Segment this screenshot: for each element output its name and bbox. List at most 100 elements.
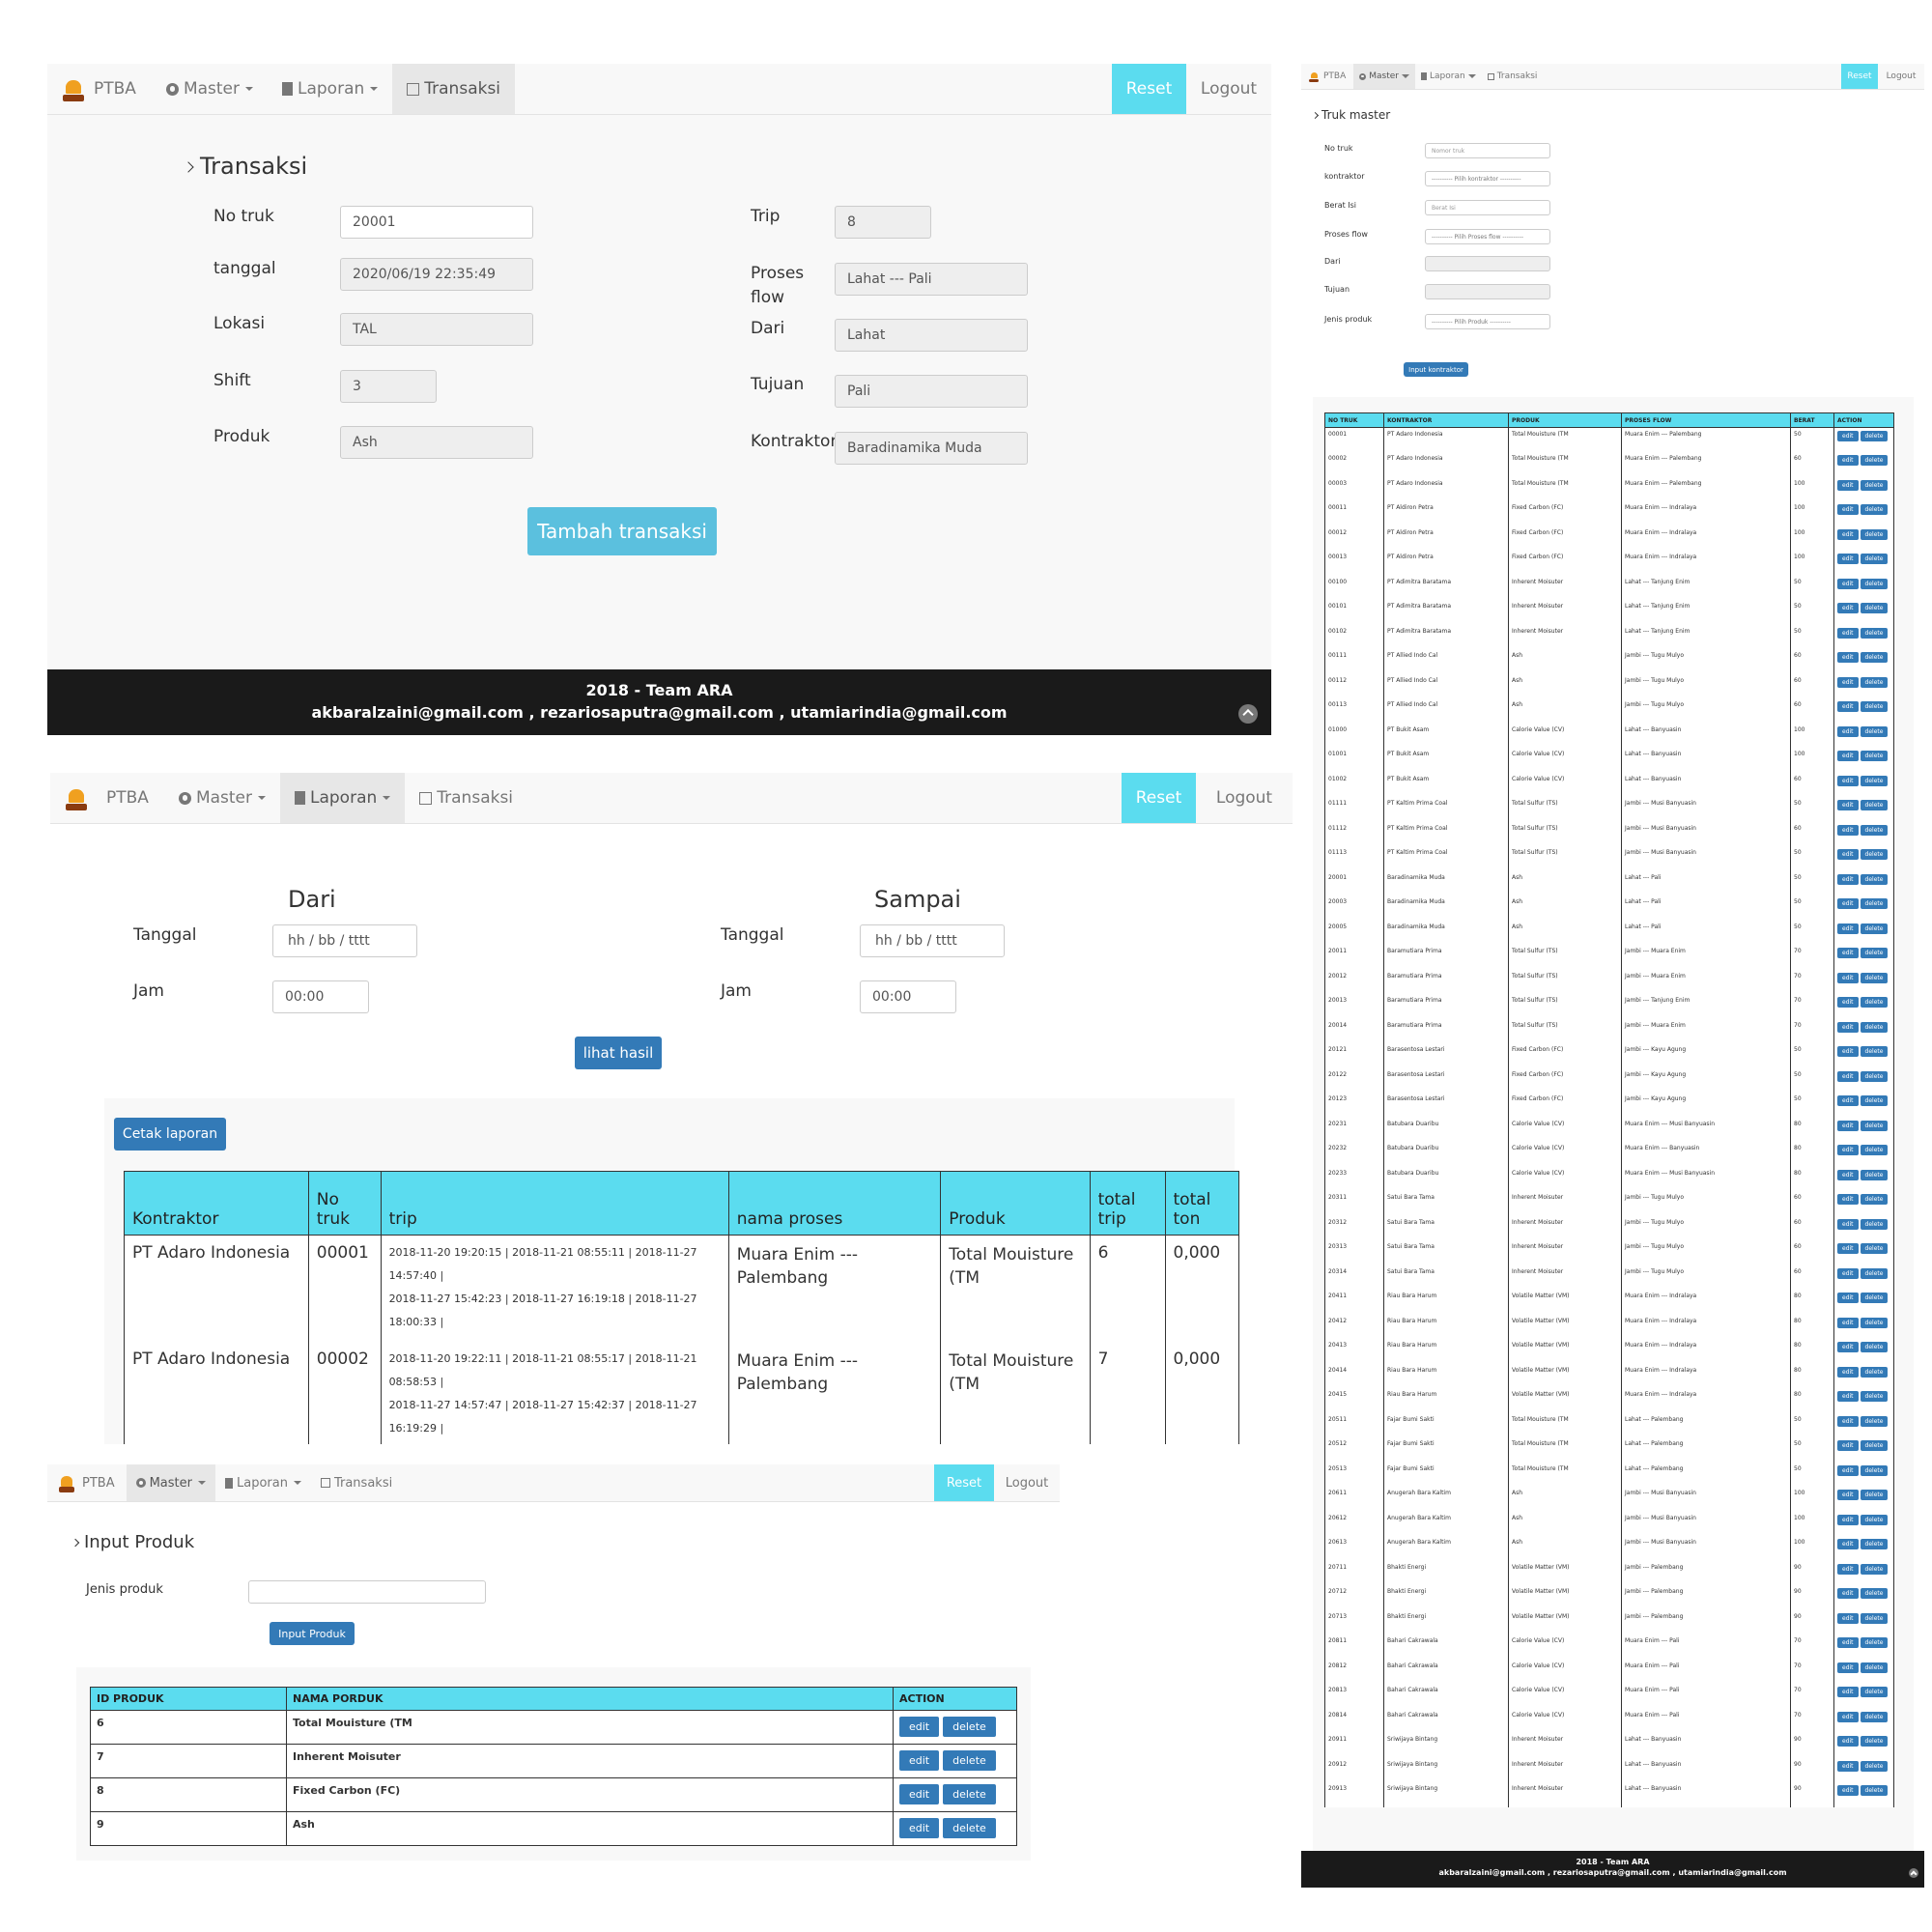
edit-button[interactable]: edit xyxy=(1837,1490,1859,1500)
edit-button[interactable]: edit xyxy=(1837,1440,1859,1451)
delete-button[interactable]: delete xyxy=(1860,1760,1889,1772)
delete-button[interactable]: delete xyxy=(1860,849,1889,860)
edit-button[interactable]: edit xyxy=(1837,1588,1859,1599)
dari-jam-input[interactable]: 00:00 xyxy=(272,980,369,1013)
delete-button[interactable]: delete xyxy=(1860,431,1889,441)
edit-button[interactable]: edit xyxy=(1837,1612,1859,1624)
delete-button[interactable]: delete xyxy=(1860,1440,1889,1451)
logout-button[interactable]: Logout xyxy=(1186,64,1271,114)
delete-button[interactable]: delete xyxy=(1860,528,1889,540)
delete-button[interactable]: delete xyxy=(1860,504,1889,515)
jenis-produk-input[interactable] xyxy=(248,1580,486,1604)
reset-button[interactable]: Reset xyxy=(934,1464,994,1501)
edit-button[interactable]: edit xyxy=(1837,504,1859,515)
edit-button[interactable]: edit xyxy=(1837,627,1859,639)
edit-button[interactable]: edit xyxy=(1837,1046,1859,1057)
nav-laporan[interactable]: Laporan xyxy=(1415,64,1482,89)
delete-button[interactable]: delete xyxy=(943,1717,996,1737)
edit-button[interactable]: edit xyxy=(1837,1194,1859,1205)
delete-button[interactable]: delete xyxy=(1860,1218,1889,1230)
nav-master[interactable]: Master xyxy=(1353,64,1416,89)
lihat-hasil-button[interactable]: lihat hasil xyxy=(575,1037,662,1069)
edit-button[interactable]: edit xyxy=(1837,1563,1859,1575)
delete-button[interactable]: delete xyxy=(1860,800,1889,810)
dari-input[interactable]: Lahat xyxy=(835,319,1028,352)
delete-button[interactable]: delete xyxy=(1860,1046,1889,1057)
nav-laporan[interactable]: Laporan xyxy=(268,64,392,114)
logout-button[interactable]: Logout xyxy=(994,1464,1060,1501)
input-produk-button[interactable]: Input Produk xyxy=(270,1622,355,1645)
edit-button[interactable]: edit xyxy=(1837,1464,1859,1476)
delete-button[interactable]: delete xyxy=(1860,972,1889,983)
nav-transaksi[interactable]: Transaksi xyxy=(392,64,516,114)
no-truk-input[interactable]: 20001 xyxy=(340,206,533,239)
delete-button[interactable]: delete xyxy=(1860,1169,1889,1180)
delete-button[interactable]: delete xyxy=(1860,1145,1889,1155)
nav-laporan[interactable]: Laporan xyxy=(215,1464,311,1501)
edit-button[interactable]: edit xyxy=(1837,1120,1859,1131)
delete-button[interactable]: delete xyxy=(1860,1293,1889,1303)
delete-button[interactable]: delete xyxy=(1860,652,1889,663)
edit-button[interactable]: edit xyxy=(1837,751,1859,761)
delete-button[interactable]: delete xyxy=(1860,1267,1889,1279)
delete-button[interactable]: delete xyxy=(1860,1342,1889,1352)
delete-button[interactable]: delete xyxy=(1860,479,1889,491)
delete-button[interactable]: delete xyxy=(1860,1317,1889,1328)
edit-button[interactable]: edit xyxy=(1837,1218,1859,1230)
edit-button[interactable]: edit xyxy=(1837,1736,1859,1747)
edit-button[interactable]: edit xyxy=(1837,1366,1859,1378)
edit-button[interactable]: edit xyxy=(1837,849,1859,860)
edit-button[interactable]: edit xyxy=(1837,578,1859,589)
delete-button[interactable]: delete xyxy=(1860,1736,1889,1747)
tambah-transaksi-button[interactable]: Tambah transaksi xyxy=(527,507,717,555)
nav-transaksi[interactable]: Transaksi xyxy=(1482,64,1544,89)
delete-button[interactable]: delete xyxy=(1860,1021,1889,1033)
nav-laporan[interactable]: Laporan xyxy=(280,773,406,823)
truk-berat-input[interactable]: Berat Isi xyxy=(1425,200,1550,215)
brand[interactable]: PTBA xyxy=(1301,64,1353,89)
edit-button[interactable]: edit xyxy=(1837,1637,1859,1648)
delete-button[interactable]: delete xyxy=(1860,948,1889,958)
edit-button[interactable]: edit xyxy=(1837,1687,1859,1697)
delete-button[interactable]: delete xyxy=(1860,725,1889,737)
edit-button[interactable]: edit xyxy=(1837,1267,1859,1279)
nav-transaksi[interactable]: Transaksi xyxy=(311,1464,402,1501)
edit-button[interactable]: edit xyxy=(1837,1662,1859,1673)
reset-button[interactable]: Reset xyxy=(1112,64,1186,114)
edit-button[interactable]: edit xyxy=(1837,972,1859,983)
delete-button[interactable]: delete xyxy=(943,1818,996,1838)
produk-input[interactable]: Ash xyxy=(340,426,533,459)
edit-button[interactable]: edit xyxy=(1837,528,1859,540)
tujuan-input[interactable]: Pali xyxy=(835,375,1028,408)
edit-button[interactable]: edit xyxy=(1837,1760,1859,1772)
cetak-laporan-button[interactable]: Cetak laporan xyxy=(114,1118,226,1151)
reset-button[interactable]: Reset xyxy=(1841,64,1878,89)
edit-button[interactable]: edit xyxy=(1837,1785,1859,1796)
delete-button[interactable]: delete xyxy=(1860,1563,1889,1575)
nav-master[interactable]: Master xyxy=(164,773,280,823)
sampai-tanggal-input[interactable]: hh / bb / tttt xyxy=(860,924,1005,957)
edit-button[interactable]: edit xyxy=(1837,997,1859,1008)
delete-button[interactable]: delete xyxy=(1860,1391,1889,1402)
delete-button[interactable]: delete xyxy=(943,1784,996,1804)
delete-button[interactable]: delete xyxy=(1860,1243,1889,1254)
nav-transaksi[interactable]: Transaksi xyxy=(405,773,527,823)
edit-button[interactable]: edit xyxy=(1837,701,1859,712)
delete-button[interactable]: delete xyxy=(1860,923,1889,934)
delete-button[interactable]: delete xyxy=(1860,603,1889,613)
lokasi-input[interactable]: TAL xyxy=(340,313,533,346)
delete-button[interactable]: delete xyxy=(1860,1095,1889,1106)
edit-button[interactable]: edit xyxy=(1837,923,1859,934)
edit-button[interactable]: edit xyxy=(1837,1021,1859,1033)
edit-button[interactable]: edit xyxy=(1837,775,1859,786)
edit-button[interactable]: edit xyxy=(899,1750,940,1771)
edit-button[interactable]: edit xyxy=(899,1784,940,1804)
edit-button[interactable]: edit xyxy=(1837,1070,1859,1082)
truk-no-input[interactable]: Nomor truk xyxy=(1425,143,1550,158)
dari-tanggal-input[interactable]: hh / bb / tttt xyxy=(272,924,417,957)
edit-button[interactable]: edit xyxy=(1837,652,1859,663)
edit-button[interactable]: edit xyxy=(1837,898,1859,909)
delete-button[interactable]: delete xyxy=(1860,554,1889,564)
proses-flow-input[interactable]: Lahat --- Pali xyxy=(835,263,1028,296)
nav-master[interactable]: Master xyxy=(152,64,268,114)
